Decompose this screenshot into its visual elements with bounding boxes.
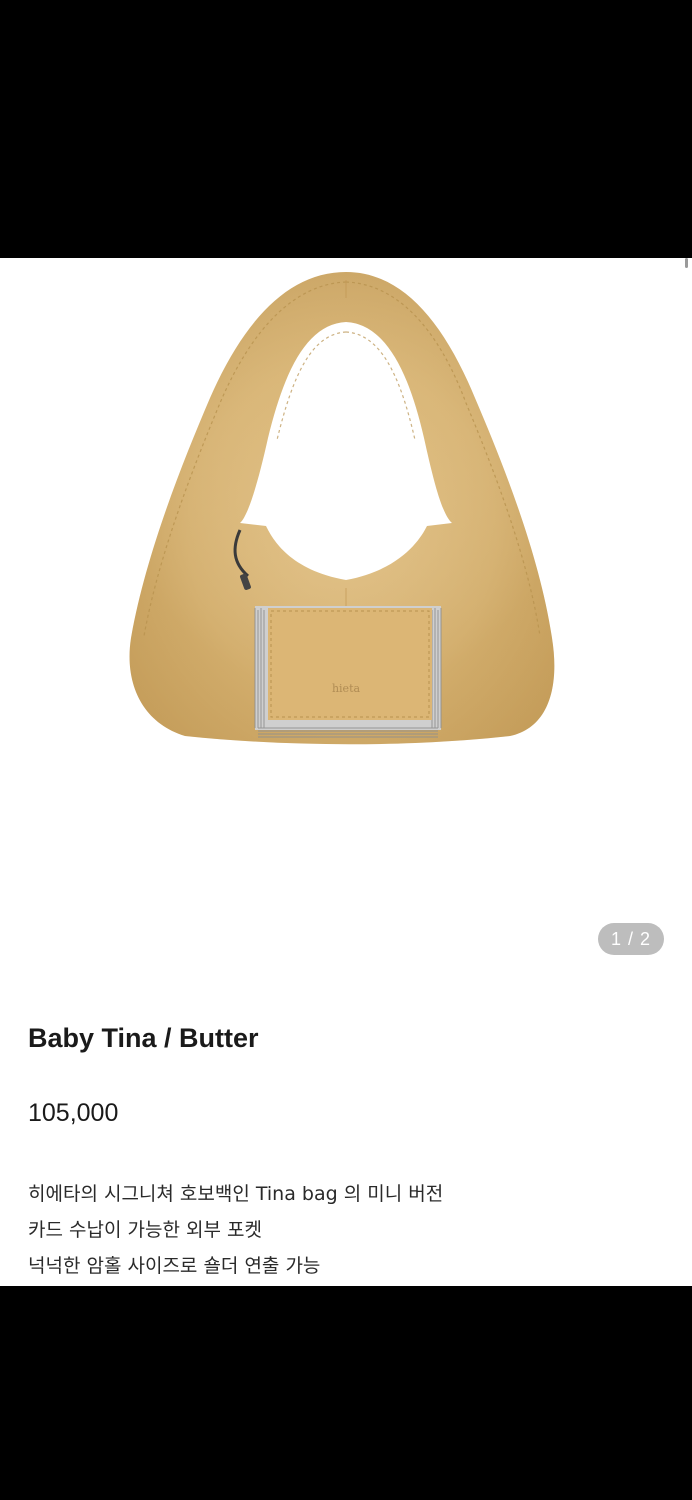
svg-text:hieta: hieta <box>332 682 361 695</box>
front-pocket: hieta <box>254 606 442 738</box>
product-image[interactable]: hieta <box>0 258 692 958</box>
product-description: 히에타의 시그니쳐 호보백인 Tina bag 의 미니 버전 카드 수납이 가… <box>28 1176 443 1284</box>
description-line: 카드 수납이 가능한 외부 포켓 <box>28 1219 262 1241</box>
product-price: 105,000 <box>28 1099 119 1127</box>
description-line: 히에타의 시그니쳐 호보백인 Tina bag 의 미니 버전 <box>28 1183 444 1205</box>
product-detail-page[interactable]: hieta 1 / 2 Baby Tina / Butter 105,000 히… <box>0 258 692 1286</box>
image-counter: 1 / 2 <box>598 923 664 955</box>
top-black-bar <box>0 0 692 258</box>
bottom-black-bar <box>0 1286 692 1500</box>
description-line: 넉넉한 암홀 사이즈로 숄더 연출 가능 <box>28 1255 321 1277</box>
product-title: Baby Tina / Butter <box>28 1023 259 1053</box>
